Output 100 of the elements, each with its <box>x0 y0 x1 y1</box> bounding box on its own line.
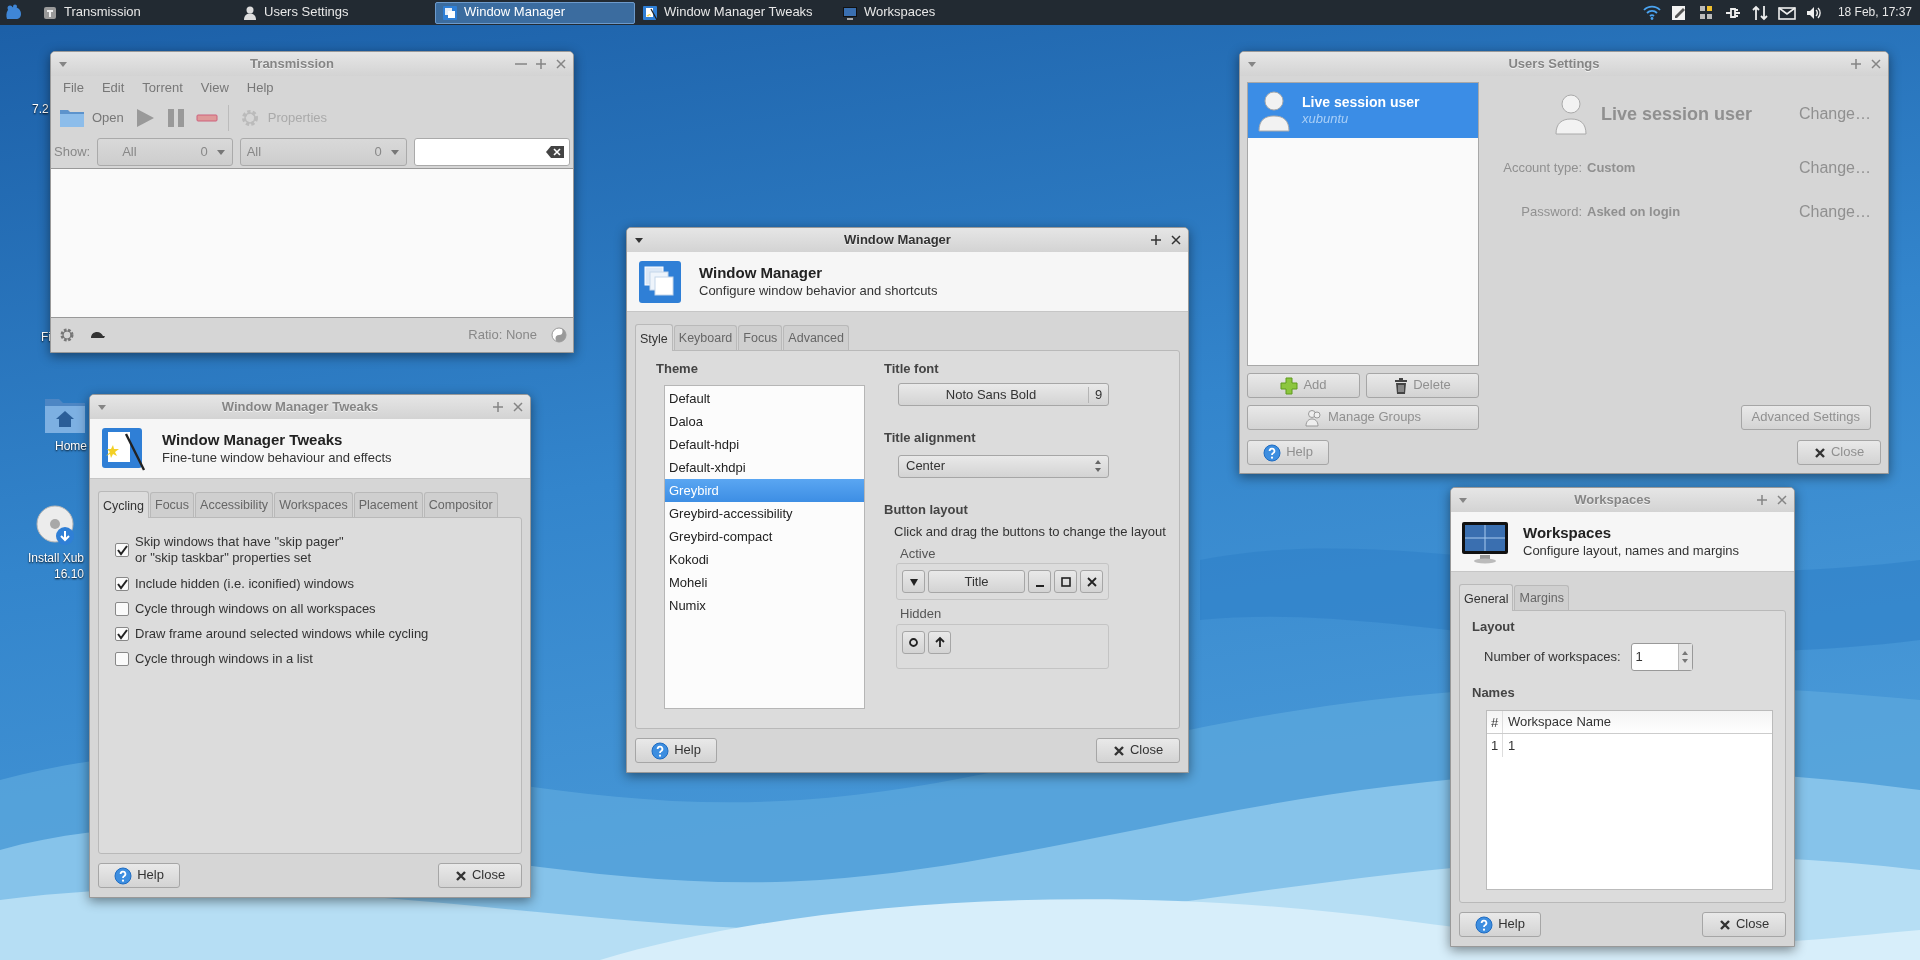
updown-icon <box>1094 459 1102 473</box>
help-icon <box>1263 443 1282 462</box>
checkbox[interactable] <box>115 627 129 642</box>
tab[interactable]: General <box>1459 584 1514 611</box>
section-label: Title font <box>884 361 940 378</box>
help-button[interactable]: Help <box>1459 912 1541 937</box>
shade-button[interactable] <box>928 630 951 654</box>
tab[interactable]: Focus <box>150 492 195 517</box>
checkbox[interactable] <box>115 652 129 667</box>
window-title: Workspaces <box>1574 491 1651 507</box>
menu-button[interactable] <box>902 570 925 594</box>
icon-label: 16.10 <box>54 566 85 582</box>
dialog-heading: Window Manager Tweaks <box>162 431 344 450</box>
menu-item[interactable]: Help <box>237 79 283 97</box>
help-button[interactable]: Help <box>98 863 180 888</box>
checkbox[interactable] <box>115 576 129 591</box>
title-button[interactable]: Title <box>928 570 1025 594</box>
dialog-subtitle: Configure window behavior and shortcuts <box>699 282 938 299</box>
dialog-subtitle: Configure layout, names and margins <box>1523 542 1740 559</box>
stick-button[interactable] <box>902 630 925 654</box>
list-item[interactable]: Numix <box>665 594 864 618</box>
help-button[interactable]: Help <box>635 738 717 763</box>
user-login: xubuntu <box>1302 111 1350 128</box>
list-item[interactable]: Greybird-compact <box>665 525 864 549</box>
tab[interactable]: Workspaces <box>274 492 353 517</box>
wand-icon <box>100 425 148 472</box>
clock[interactable]: 18 Feb, 17:37 <box>1837 5 1912 20</box>
list-item[interactable]: Greybird <box>665 479 864 503</box>
icon-label: Home <box>55 438 87 454</box>
search-field[interactable] <box>413 138 570 166</box>
list-item[interactable]: Default-xhdpi <box>665 456 864 480</box>
checkbox-label: Include hidden (i.e. iconified) windows <box>135 575 354 592</box>
trash-icon <box>1394 377 1409 394</box>
checkbox[interactable] <box>115 601 129 616</box>
spin-field[interactable]: 1 <box>1630 643 1693 672</box>
note-icon[interactable] <box>1669 3 1688 22</box>
folder-icon <box>59 107 85 129</box>
maximize-button[interactable] <box>1054 570 1077 594</box>
gear-icon[interactable] <box>59 327 75 343</box>
table-cell-text: 1 <box>1507 736 1516 755</box>
close-icon <box>1112 744 1125 757</box>
tab[interactable]: Margins <box>1514 585 1569 610</box>
menu-item[interactable]: Edit <box>92 79 134 97</box>
tab[interactable]: Compositor <box>423 492 498 517</box>
maximize-icon <box>1059 575 1072 588</box>
tab[interactable]: Accessibility <box>195 492 274 517</box>
list-item[interactable]: Kokodi <box>665 548 864 572</box>
close-button[interactable] <box>1080 570 1103 594</box>
menu-item[interactable]: Torrent <box>133 79 192 97</box>
maximize-icon[interactable] <box>1150 234 1162 246</box>
clear-icon[interactable] <box>546 146 564 158</box>
ratio-icon[interactable] <box>551 327 567 343</box>
taskbar-button[interactable]: Transmission <box>35 1 235 24</box>
monitor-icon <box>842 4 858 21</box>
wifi-icon[interactable] <box>1642 3 1661 22</box>
list-item[interactable]: Greybird-accessibility <box>665 502 864 526</box>
close-icon <box>454 869 467 882</box>
section-label: Button layout <box>884 501 969 518</box>
tab[interactable]: Cycling <box>98 491 149 518</box>
taskbar-button[interactable]: Users Settings <box>235 1 435 24</box>
taskbar-button[interactable]: Window Manager <box>435 1 635 24</box>
icon-label: Fi <box>41 329 51 345</box>
user-icon <box>242 4 258 21</box>
taskbar-button[interactable]: Workspaces <box>835 1 1035 24</box>
window-title: Users Settings <box>1508 55 1600 71</box>
help-icon <box>114 866 133 885</box>
close-button[interactable]: Close <box>1702 912 1786 937</box>
transfer-icon[interactable] <box>1750 3 1769 22</box>
field-value: Custom <box>1587 159 1636 177</box>
list-item[interactable]: Default-hdpi <box>665 433 864 457</box>
tab[interactable]: Keyboard <box>673 325 738 350</box>
font-button[interactable]: Noto Sans Bold 9 <box>898 383 1109 407</box>
close-button[interactable]: Close <box>1096 738 1180 763</box>
taskbar-button[interactable]: Window Manager Tweaks <box>635 1 835 24</box>
app-icon <box>42 4 58 21</box>
list-item[interactable]: Daloa <box>665 410 864 434</box>
window-title: Window Manager <box>844 231 951 247</box>
column-header[interactable]: Workspace Name <box>1503 710 1612 733</box>
plus-icon <box>1280 376 1299 395</box>
spin-arrows-icon <box>1681 650 1690 665</box>
minimize-button[interactable] <box>1028 570 1051 594</box>
close-button[interactable]: Close <box>438 863 522 888</box>
disc-icon[interactable] <box>36 505 76 547</box>
checkbox[interactable] <box>115 543 129 558</box>
group-label: Active <box>900 546 937 563</box>
menu-item[interactable]: View <box>191 79 238 97</box>
close-icon[interactable] <box>1170 234 1182 246</box>
tab[interactable]: Placement <box>353 492 423 517</box>
toolbar-button[interactable]: Open <box>59 107 124 129</box>
menu-item[interactable]: File <box>54 79 93 97</box>
field-label: Number of workspaces: <box>1484 649 1621 666</box>
dialog-subtitle: Fine-tune window behaviour and effects <box>162 449 392 466</box>
tab[interactable]: Advanced <box>783 325 849 350</box>
tab[interactable]: Style <box>635 324 673 351</box>
alignment-dropdown[interactable]: Center <box>898 454 1109 478</box>
column-header[interactable]: # <box>1487 710 1503 733</box>
tab[interactable]: Focus <box>738 325 783 350</box>
list-item[interactable]: Default <box>665 387 864 411</box>
list-item[interactable]: Moheli <box>665 571 864 595</box>
icon-label: Install Xub <box>28 550 85 566</box>
